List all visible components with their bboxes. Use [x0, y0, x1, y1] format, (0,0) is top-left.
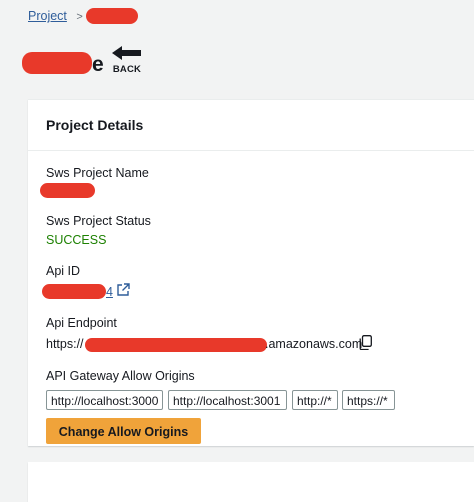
- redaction-breadcrumb: [86, 8, 138, 24]
- api-id-link[interactable]: 4: [106, 285, 113, 299]
- project-status-value: SUCCESS: [46, 233, 107, 247]
- panel-title: Project Details: [46, 117, 144, 133]
- allow-origins-label: API Gateway Allow Origins: [46, 369, 195, 383]
- project-status-label: Sws Project Status: [46, 214, 151, 228]
- change-allow-origins-button[interactable]: Change Allow Origins: [46, 418, 201, 444]
- api-endpoint-prefix: https://: [46, 337, 84, 351]
- origin-tag: http://*: [292, 390, 338, 410]
- project-details-panel: Project Details Sws Project Name Sws Pro…: [28, 99, 474, 446]
- back-button[interactable]: BACK: [109, 46, 145, 78]
- breadcrumb-separator: >: [76, 11, 83, 23]
- panel-header: Project Details: [28, 100, 474, 151]
- redaction-api-endpoint: [85, 338, 267, 352]
- origin-tag: http://localhost:3000: [46, 390, 163, 410]
- redaction-title: [22, 52, 92, 74]
- external-link-icon[interactable]: [116, 283, 130, 297]
- api-id-label: Api ID: [46, 264, 81, 278]
- api-endpoint-suffix: .amazonaws.com: [265, 337, 363, 351]
- next-panel: [28, 462, 474, 502]
- redaction-project-name: [40, 183, 95, 198]
- redaction-api-id: [42, 284, 106, 299]
- api-endpoint-label: Api Endpoint: [46, 316, 117, 330]
- origin-tag: https://*: [342, 390, 395, 410]
- back-arrow-icon: [112, 46, 141, 60]
- page-title: e: [92, 53, 104, 76]
- project-name-label: Sws Project Name: [46, 166, 149, 180]
- origin-tag: http://localhost:3001: [168, 390, 287, 410]
- copy-icon[interactable]: [359, 335, 372, 350]
- breadcrumb-project-link[interactable]: Project: [28, 9, 67, 23]
- back-label: BACK: [112, 64, 142, 75]
